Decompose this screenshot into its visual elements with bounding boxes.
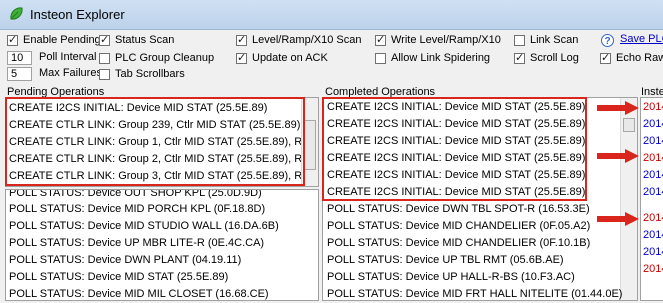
level-scan-check[interactable] [236, 33, 247, 47]
save-plc-link[interactable]: Save PLC [620, 33, 663, 45]
enable-pending-label: Enable Pending [23, 34, 101, 46]
arrow-right-icon [597, 149, 639, 163]
plc-group-cleanup-checkbox[interactable]: PLC Group Cleanup [99, 50, 214, 66]
log-entry: 2014 [643, 152, 663, 164]
allow-link-spidering-label: Allow Link Spidering [391, 52, 491, 64]
list-item[interactable]: POLL STATUS: Device MID FRT HALL NITELIT… [327, 286, 622, 303]
list-item[interactable]: POLL STATUS: Device MID MIL CLOSET (16.6… [9, 286, 269, 303]
list-item[interactable]: CREATE I2CS INITIAL: Device MID STAT (25… [327, 167, 585, 184]
update-on-ack-checkbox[interactable]: Update on ACK [236, 50, 328, 66]
scroll-thumb[interactable] [304, 120, 316, 170]
log-entry: 2014 [643, 118, 663, 130]
link-scan-checkbox[interactable]: Link Scan [514, 32, 578, 48]
window-title: Insteon Explorer [30, 7, 125, 22]
list-item[interactable]: POLL STATUS: Device MID STAT (25.5E.89) [9, 269, 228, 286]
log-entry: 2014 [643, 263, 663, 275]
pending-highlight [5, 97, 305, 186]
scroll-log-label: Scroll Log [530, 52, 579, 64]
update-on-ack-check[interactable] [236, 51, 247, 65]
poll-interval-input[interactable]: 10 [7, 51, 32, 65]
list-item[interactable]: CREATE I2CS INITIAL: Device MID STAT (25… [327, 99, 585, 116]
echo-raw-label: Echo Raw [616, 52, 663, 64]
leaf-icon [10, 7, 23, 20]
update-on-ack-label: Update on ACK [252, 52, 328, 64]
plc-group-cleanup-label: PLC Group Cleanup [115, 52, 215, 64]
list-item[interactable]: CREATE I2CS INITIAL: Device MID STAT (25… [327, 133, 585, 150]
log-entry: 2014 [643, 246, 663, 258]
link-scan-label: Link Scan [530, 34, 579, 46]
allow-link-spidering-check[interactable] [375, 52, 386, 64]
plc-group-cleanup-check[interactable] [99, 52, 110, 64]
scroll-log-checkbox[interactable]: Scroll Log [514, 50, 579, 66]
tab-scrollbars-check[interactable] [99, 68, 110, 80]
list-item[interactable]: POLL STATUS: Device MID CHANDELIER (0F.1… [327, 235, 590, 252]
list-item[interactable]: CREATE I2CS INITIAL: Device MID STAT (25… [327, 150, 585, 167]
log-entry: 2014 [643, 135, 663, 147]
title-bar: Insteon Explorer [0, 0, 663, 30]
log-entry: 2014 [643, 101, 663, 113]
help-icon[interactable]: ? [601, 34, 614, 47]
allow-link-spidering-checkbox[interactable]: Allow Link Spidering [375, 50, 490, 66]
level-scan-label: Level/Ramp/X10 Scan [252, 34, 362, 46]
status-scan-check[interactable] [99, 33, 110, 47]
arrow-right-icon [597, 212, 639, 226]
log-entry: 2014 [643, 186, 663, 198]
tab-scrollbars-checkbox[interactable]: Tab Scrollbars [99, 66, 185, 82]
max-failures-input[interactable]: 5 [7, 67, 32, 81]
level-scan-checkbox[interactable]: Level/Ramp/X10 Scan [236, 32, 361, 48]
write-level-checkbox[interactable]: Write Level/Ramp/X10 [375, 32, 501, 48]
log-entry: 2014 [643, 169, 663, 181]
log-entry: 2014 [643, 229, 663, 241]
list-item[interactable]: POLL STATUS: Device MID STUDIO WALL (16.… [9, 218, 279, 235]
write-level-label: Write Level/Ramp/X10 [391, 34, 501, 46]
max-failures-label: Max Failures [39, 67, 102, 79]
log-entry: 2014 [643, 212, 663, 224]
scroll-thumb[interactable] [623, 118, 635, 132]
list-item[interactable]: POLL STATUS: Device DWN PLANT (04.19.11) [9, 252, 241, 269]
enable-pending-checkbox[interactable]: Enable Pending [7, 32, 101, 48]
tab-scrollbars-label: Tab Scrollbars [115, 68, 185, 80]
list-item[interactable]: POLL STATUS: Device DWN TBL SPOT-R (16.5… [327, 201, 590, 218]
status-scan-checkbox[interactable]: Status Scan [99, 32, 174, 48]
list-item[interactable]: CREATE I2CS INITIAL: Device MID STAT (25… [327, 184, 585, 201]
echo-raw-checkbox[interactable]: Echo Raw [600, 50, 663, 66]
poll-interval-label: Poll Interval [39, 51, 97, 63]
status-scan-label: Status Scan [115, 34, 175, 46]
echo-raw-check[interactable] [600, 51, 611, 65]
write-level-check[interactable] [375, 33, 386, 47]
list-item[interactable]: POLL STATUS: Device MID CHANDELIER (0F.0… [327, 218, 590, 235]
list-item[interactable]: CREATE I2CS INITIAL: Device MID STAT (25… [327, 116, 585, 133]
enable-pending-check[interactable] [7, 33, 18, 47]
list-item[interactable]: POLL STATUS: Device MID PORCH KPL (0F.18… [9, 201, 265, 218]
list-item[interactable]: POLL STATUS: Device UP TBL RMT (05.6B.AE… [327, 252, 564, 269]
list-item[interactable]: POLL STATUS: Device UP MBR LITE-R (0E.4C… [9, 235, 264, 252]
list-item[interactable]: POLL STATUS: Device UP HALL-R-BS (10.F3.… [327, 269, 575, 286]
link-scan-check[interactable] [514, 34, 525, 46]
scroll-log-check[interactable] [514, 51, 525, 65]
completed-scrollbar[interactable] [620, 98, 637, 300]
arrow-right-icon [597, 101, 639, 115]
